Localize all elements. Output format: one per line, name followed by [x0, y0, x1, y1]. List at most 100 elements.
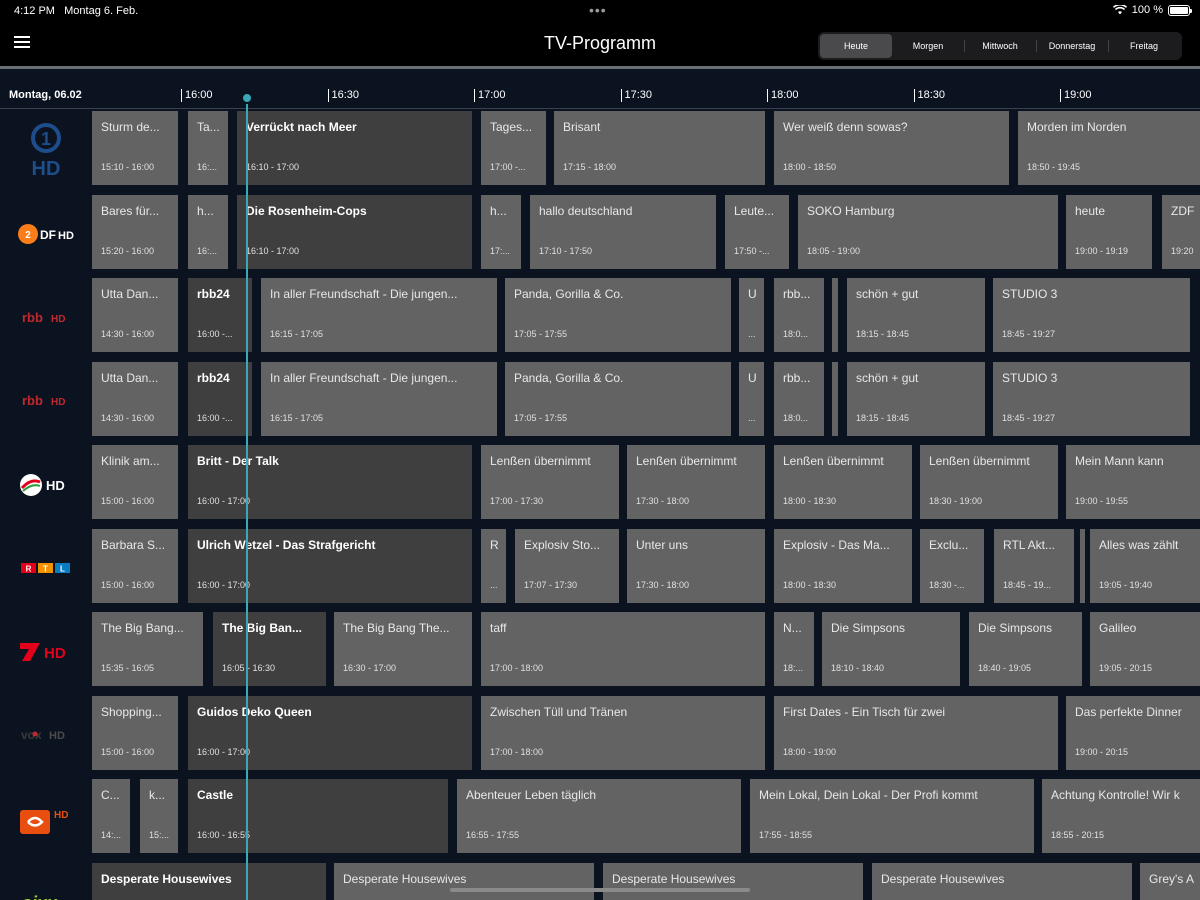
timeline-tick: 17:30 [620, 89, 652, 102]
program-cell[interactable]: Bares für... 15:20 - 16:00 [92, 194, 178, 269]
program-cell[interactable]: In aller Freundschaft - Die jungen... 16:… [261, 278, 497, 352]
program-cell[interactable]: RTL Akt... 18:45 - 19... [994, 528, 1074, 603]
program-cell[interactable]: Klinik am... 15:00 - 16:00 [92, 445, 178, 519]
program-cell[interactable]: Grey's A [1140, 862, 1200, 900]
kabel1-hd-logo-icon[interactable]: HD [0, 777, 92, 861]
program-cell[interactable]: Morden im Norden 18:50 - 19:45 [1018, 111, 1200, 185]
program-cell[interactable]: Panda, Gorilla & Co. 17:05 - 17:55 [505, 361, 731, 436]
day-tab-morgen[interactable]: Morgen [892, 34, 964, 58]
program-cell[interactable]: In aller Freundschaft - Die jungen... 16:… [261, 361, 497, 436]
program-cell[interactable]: Barbara S... 15:00 - 16:00 [92, 528, 178, 603]
program-cell[interactable]: hallo deutschland 17:10 - 17:50 [530, 194, 716, 269]
program-cell[interactable]: R... [481, 528, 506, 603]
sat1-hd-logo-icon[interactable]: HD [0, 443, 92, 527]
program-cell[interactable] [832, 278, 838, 352]
vox-hd-logo-icon[interactable]: vox HD [0, 694, 92, 778]
day-tab-donnerstag[interactable]: Donnerstag [1036, 34, 1108, 58]
program-cell[interactable]: Desperate Housewives [603, 862, 863, 900]
program-cell[interactable]: Lenßen übernimmt 17:30 - 18:00 [627, 445, 765, 519]
program-cell[interactable]: The Big Bang... 15:35 - 16:05 [92, 612, 203, 686]
program-cell[interactable]: C... 14:... [92, 779, 130, 853]
program-cell[interactable]: Desperate Housewives [92, 862, 326, 900]
program-cell[interactable]: Sturm de... 15:10 - 16:00 [92, 111, 178, 185]
program-cell[interactable]: Explosiv Sto... 17:07 - 17:30 [515, 528, 619, 603]
program-cell[interactable]: h... 17:... [481, 194, 521, 269]
program-cell[interactable]: Castle 16:00 - 16:55 [188, 779, 448, 853]
program-cell[interactable]: Lenßen übernimmt 18:00 - 18:30 [774, 445, 912, 519]
program-cell[interactable]: Lenßen übernimmt 18:30 - 19:00 [920, 445, 1058, 519]
program-cell[interactable]: Alles was zählt 19:05 - 19:40 [1090, 528, 1200, 603]
program-title: schön + gut [856, 287, 919, 301]
program-cell[interactable]: Das perfekte Dinner 19:00 - 20:15 [1066, 695, 1200, 770]
program-cell[interactable] [832, 361, 838, 436]
program-cell[interactable]: rbb24 16:00 -... [188, 361, 252, 436]
program-cell[interactable]: Wer weiß denn sowas? 18:00 - 18:50 [774, 111, 1009, 185]
rtl-logo-icon[interactable]: RTL [0, 527, 92, 611]
program-cell[interactable]: h... 16:... [188, 194, 228, 269]
svg-text:HD: HD [58, 230, 74, 242]
rbb-hd-logo-icon[interactable]: rbb HD [0, 360, 92, 444]
program-cell[interactable]: STUDIO 3 18:45 - 19:27 [993, 361, 1190, 436]
program-cell[interactable]: Lenßen übernimmt 17:00 - 17:30 [481, 445, 619, 519]
program-cell[interactable]: The Big Bang The... 16:30 - 17:00 [334, 612, 472, 686]
program-cell[interactable]: schön + gut 18:15 - 18:45 [847, 278, 985, 352]
program-cell[interactable]: Explosiv - Das Ma... 18:00 - 18:30 [774, 528, 912, 603]
program-cell[interactable]: ZDF 19:20 [1162, 194, 1200, 269]
program-cell[interactable]: Brisant 17:15 - 18:00 [554, 111, 765, 185]
home-indicator[interactable] [450, 888, 750, 892]
program-cell[interactable]: Desperate Housewives [872, 862, 1132, 900]
das-erste-hd-logo-icon[interactable]: 1 HD [0, 109, 92, 193]
program-cell[interactable]: Guidos Deko Queen 16:00 - 17:00 [188, 695, 472, 770]
program-cell[interactable]: U... [739, 278, 764, 352]
program-cell[interactable]: N... 18:... [774, 612, 814, 686]
program-cell[interactable]: rbb24 16:00 -... [188, 278, 252, 352]
program-title: STUDIO 3 [1002, 370, 1058, 385]
program-cell[interactable]: Mein Lokal, Dein Lokal - Der Profi kommt… [750, 779, 1034, 853]
program-time: 18:... [783, 663, 804, 673]
program-cell[interactable]: Panda, Gorilla & Co. 17:05 - 17:55 [505, 278, 731, 352]
day-tab-freitag[interactable]: Freitag [1108, 34, 1180, 58]
program-cell[interactable]: The Big Ban... 16:05 - 16:30 [213, 612, 326, 686]
program-cell[interactable]: rbb... 18:0... [774, 278, 824, 352]
rbb-hd-logo-icon[interactable]: rbb HD [0, 276, 92, 360]
epg-grid[interactable]: 1 HD Sturm de... 15:10 - 16:00 Ta... 16:... Ve… [0, 109, 1200, 900]
program-cell[interactable]: Tages... 17:00 -... [481, 111, 546, 185]
program-cell[interactable]: First Dates - Ein Tisch für zwei 18:00 - … [774, 695, 1058, 770]
program-cell[interactable]: Die Simpsons 18:10 - 18:40 [822, 612, 960, 686]
program-cell[interactable]: Zwischen Tüll und Tränen 17:00 - 18:00 [481, 695, 765, 770]
day-tab-mittwoch[interactable]: Mittwoch [964, 34, 1036, 58]
sixx-logo-icon[interactable]: sixx [0, 861, 92, 900]
program-cell[interactable]: Ulrich Wetzel - Das Strafgericht 16:00 - … [188, 528, 472, 603]
program-cell[interactable]: Shopping... 15:00 - 16:00 [92, 695, 178, 770]
program-cell[interactable]: Mein Mann kann 19:00 - 19:55 [1066, 445, 1200, 519]
program-cell[interactable]: Exclu... 18:30 -... [920, 528, 984, 603]
program-cell[interactable]: schön + gut 18:15 - 18:45 [847, 361, 985, 436]
program-cell[interactable]: Ta... 16:... [188, 111, 228, 185]
program-cell[interactable] [1080, 528, 1085, 603]
program-cell[interactable]: U... [739, 361, 764, 436]
program-title: Verrückt nach Meer [246, 120, 357, 134]
program-cell[interactable]: Britt - Der Talk 16:00 - 17:00 [188, 445, 472, 519]
program-title: rbb... [783, 287, 811, 301]
program-cell[interactable]: Leute... 17:50 -... [725, 194, 789, 269]
program-cell[interactable]: Abenteuer Leben täglich 16:55 - 17:55 [457, 779, 741, 853]
program-cell[interactable]: Desperate Housewives [334, 862, 594, 900]
day-tab-heute[interactable]: Heute [820, 34, 892, 58]
program-cell[interactable]: Galileo 19:05 - 20:15 [1090, 612, 1200, 686]
program-cell[interactable]: Utta Dan... 14:30 - 16:00 [92, 278, 178, 352]
program-cell[interactable]: STUDIO 3 18:45 - 19:27 [993, 278, 1190, 352]
pro7-hd-logo-icon[interactable]: HD [0, 610, 92, 694]
program-cell[interactable]: taff 17:00 - 18:00 [481, 612, 765, 686]
zdf-hd-logo-icon[interactable]: 2 DF HD [0, 193, 92, 277]
program-cell[interactable]: Die Simpsons 18:40 - 19:05 [969, 612, 1082, 686]
program-cell[interactable]: Die Rosenheim-Cops 16:10 - 17:00 [237, 194, 472, 269]
program-cell[interactable]: SOKO Hamburg 18:05 - 19:00 [798, 194, 1058, 269]
program-cell[interactable]: k... 15:... [140, 779, 178, 853]
multitasking-dots-icon[interactable]: ••• [589, 2, 607, 18]
program-cell[interactable]: Verrückt nach Meer 16:10 - 17:00 [237, 111, 472, 185]
program-cell[interactable]: Unter uns 17:30 - 18:00 [627, 528, 765, 603]
program-cell[interactable]: heute 19:00 - 19:19 [1066, 194, 1152, 269]
program-cell[interactable]: rbb... 18:0... [774, 361, 824, 436]
program-cell[interactable]: Utta Dan... 14:30 - 16:00 [92, 361, 178, 436]
program-cell[interactable]: Achtung Kontrolle! Wir k 18:55 - 20:15 [1042, 779, 1200, 853]
